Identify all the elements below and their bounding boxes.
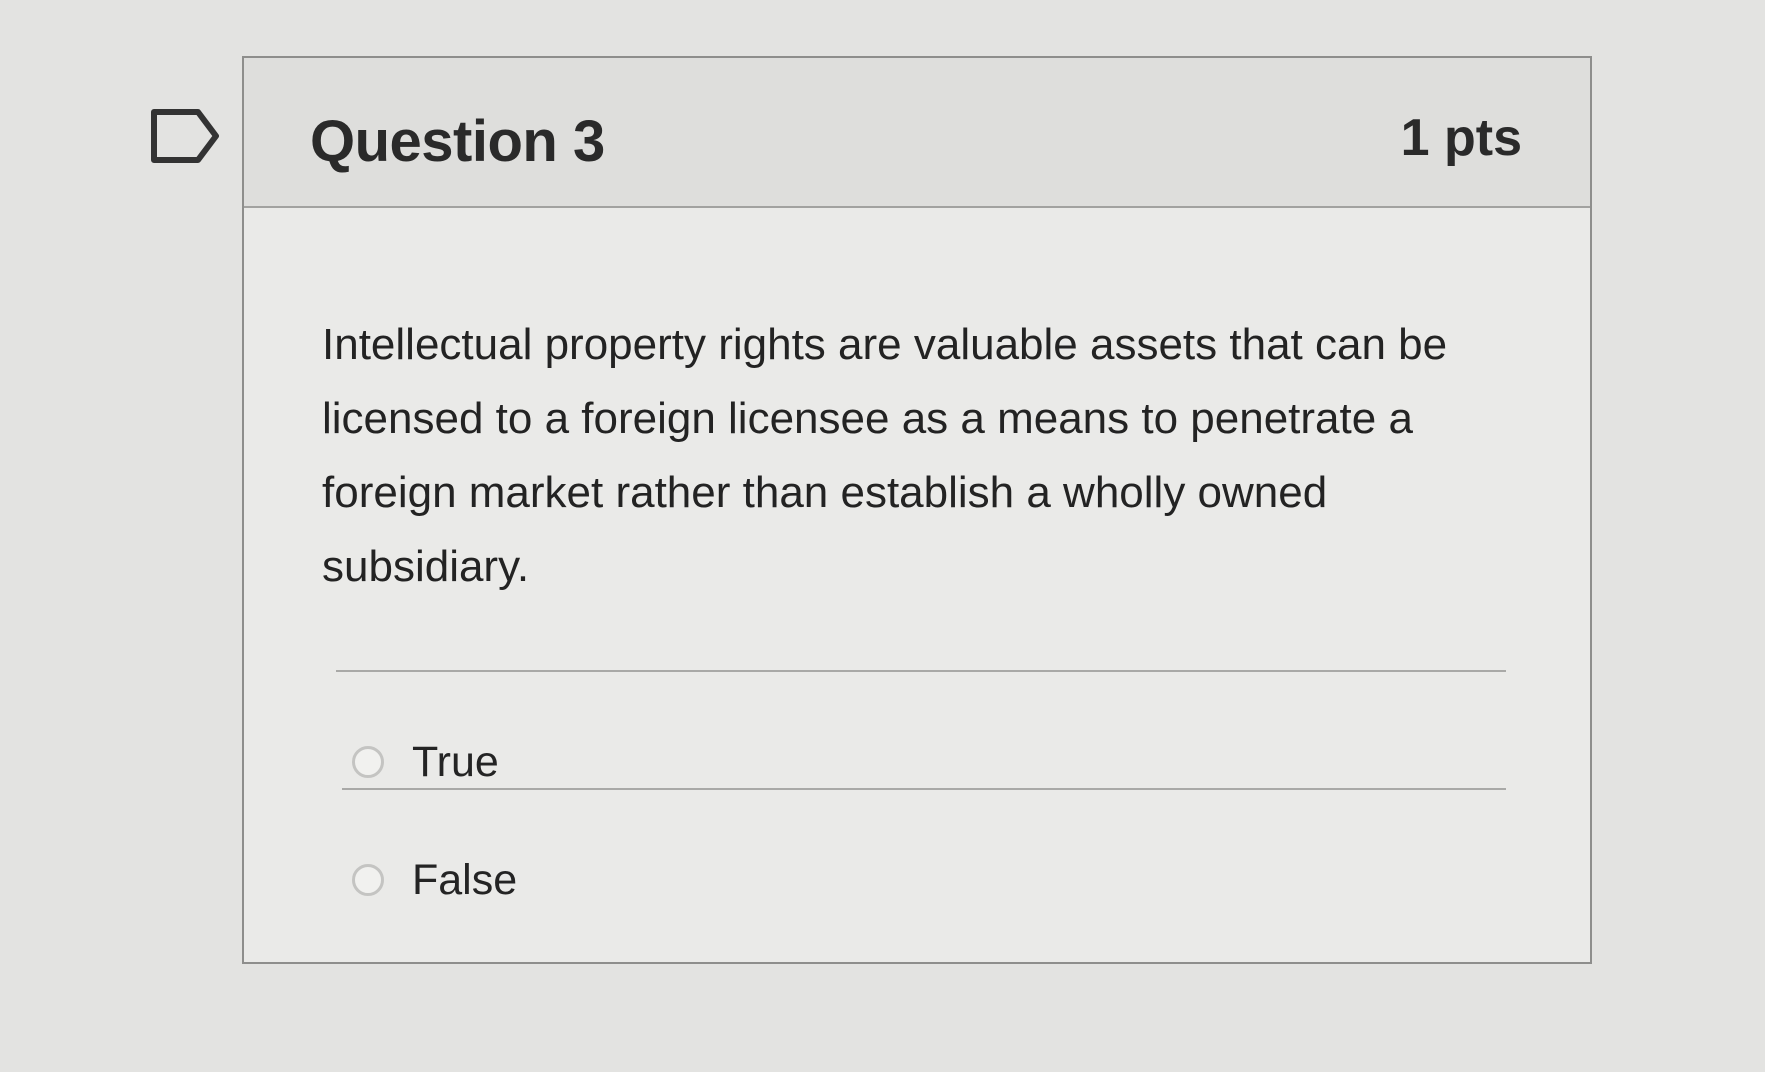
answer-divider bbox=[342, 788, 1506, 790]
answer-label-true: True bbox=[412, 737, 499, 786]
answer-divider bbox=[336, 670, 1506, 672]
bookmark-question-button[interactable] bbox=[150, 108, 222, 164]
answer-option-false[interactable]: False bbox=[352, 850, 517, 910]
bookmark-icon bbox=[151, 109, 219, 163]
question-points: 1 pts bbox=[1400, 109, 1522, 167]
question-title: Question 3 bbox=[310, 109, 605, 174]
question-card: Question 3 1 pts Intellectual property r… bbox=[242, 56, 1592, 964]
radio-button-false[interactable] bbox=[352, 864, 384, 896]
question-text: Intellectual property rights are valuabl… bbox=[322, 320, 1448, 591]
answer-label-false: False bbox=[412, 855, 518, 904]
radio-button-true[interactable] bbox=[352, 746, 384, 778]
answer-option-true[interactable]: True bbox=[352, 732, 499, 792]
question-header: Question 3 1 pts bbox=[244, 58, 1590, 208]
